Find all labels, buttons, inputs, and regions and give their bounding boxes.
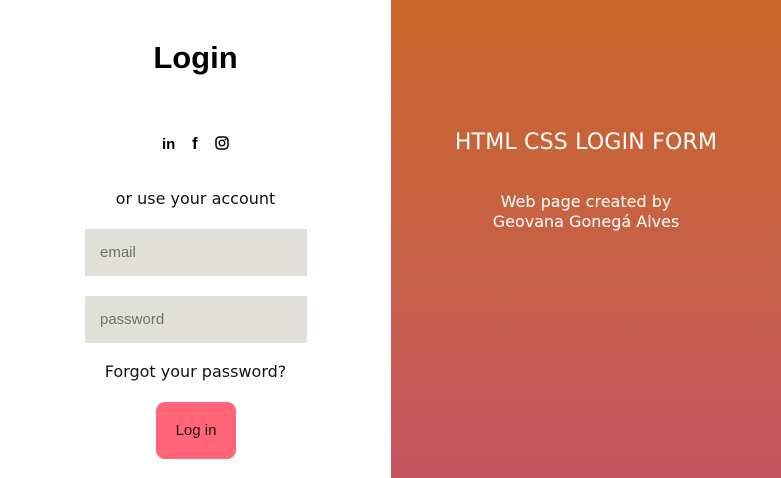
facebook-icon[interactable]: f — [188, 134, 204, 152]
login-title: Login — [153, 40, 238, 75]
facebook-glyph: f — [192, 135, 198, 151]
login-page: Login in f or use your account email For… — [0, 0, 781, 478]
linkedin-glyph: in — [162, 136, 175, 150]
info-title: HTML CSS LOGIN FORM — [454, 130, 718, 155]
info-subtitle-line2: Geovana Gonegá Alves — [492, 212, 680, 231]
info-panel: HTML CSS LOGIN FORM Web page created by … — [391, 0, 781, 478]
forgot-password-link[interactable]: Forgot your password? — [0, 362, 391, 381]
linkedin-icon[interactable]: in — [162, 134, 178, 152]
instagram-icon[interactable] — [214, 134, 230, 152]
social-icons: in f — [0, 134, 391, 152]
login-panel: Login in f or use your account email For… — [0, 0, 391, 478]
email-field[interactable] — [85, 229, 307, 276]
info-subtitle-line1: Web page created by — [500, 192, 672, 211]
info-subtitle: Web page created by Geovana Gonegá Alves — [391, 192, 781, 232]
alt-login-text: or use your account — [115, 189, 276, 208]
password-field[interactable] — [85, 296, 307, 343]
login-button[interactable]: Log in — [156, 402, 236, 459]
